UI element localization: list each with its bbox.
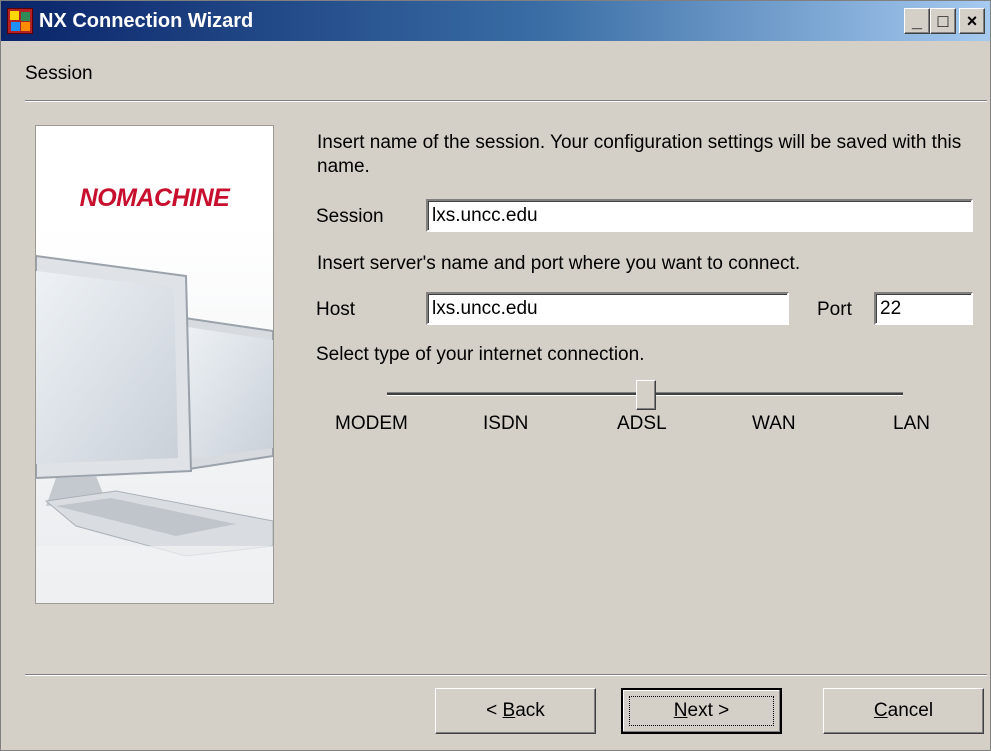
- next-button[interactable]: Next >: [621, 688, 782, 734]
- slider-label-wan: WAN: [752, 413, 796, 434]
- connection-instructions: Select type of your internet connection.: [316, 344, 645, 365]
- nx-app-icon[interactable]: [7, 8, 33, 34]
- back-button-rest: ack: [515, 700, 545, 721]
- monitors-illustration: [36, 226, 273, 603]
- side-banner-image: NOMACHINE: [35, 125, 274, 604]
- footer-divider: [25, 674, 987, 676]
- wizard-window: NX Connection Wizard _ □ × Session NOMAC…: [0, 0, 991, 751]
- slider-label-lan: LAN: [893, 413, 930, 434]
- connection-slider-thumb[interactable]: [636, 380, 656, 410]
- close-button[interactable]: ×: [959, 8, 985, 34]
- slider-label-adsl: ADSL: [617, 413, 667, 434]
- cancel-button[interactable]: Cancel: [823, 688, 984, 734]
- back-button-mnemonic: B: [502, 700, 516, 721]
- session-instructions: Insert name of the session. Your configu…: [317, 132, 962, 177]
- host-label: Host: [316, 299, 356, 320]
- close-icon: ×: [966, 11, 978, 31]
- window-title: NX Connection Wizard: [39, 10, 254, 32]
- next-button-focus-ring: [629, 696, 774, 726]
- server-instructions: Insert server's name and port where you …: [317, 253, 801, 274]
- header-divider: [25, 100, 987, 102]
- port-label: Port: [817, 299, 852, 320]
- cancel-button-mnemonic: C: [873, 700, 888, 721]
- minimize-button[interactable]: _: [904, 8, 930, 34]
- slider-label-modem: MODEM: [335, 413, 408, 434]
- minimize-icon: _: [911, 11, 922, 31]
- session-label: Session: [316, 206, 384, 227]
- section-title: Session: [25, 63, 93, 84]
- maximize-button[interactable]: □: [930, 8, 956, 34]
- session-name-input[interactable]: lxs.uncc.edu: [426, 199, 973, 232]
- maximize-icon: □: [937, 11, 949, 31]
- title-bar[interactable]: NX Connection Wizard _ □ ×: [1, 1, 990, 41]
- host-input[interactable]: lxs.uncc.edu: [426, 292, 789, 325]
- cancel-button-rest: ancel: [887, 700, 934, 721]
- slider-label-isdn: ISDN: [483, 413, 529, 434]
- back-button-prefix: <: [486, 700, 503, 721]
- port-input[interactable]: 22: [874, 292, 973, 325]
- back-button[interactable]: < Back: [435, 688, 596, 734]
